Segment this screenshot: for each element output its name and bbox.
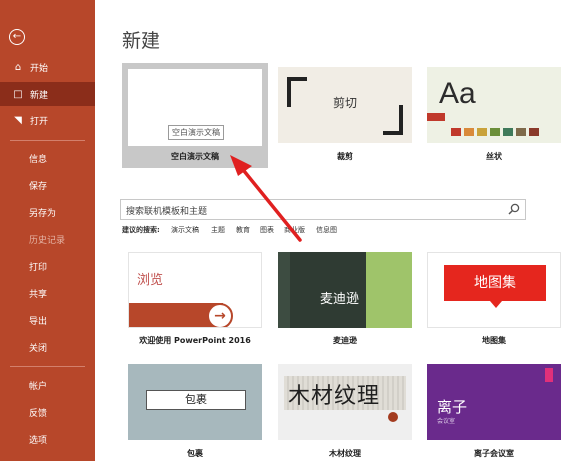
sidebar-item-history[interactable]: 历史记录 — [0, 227, 95, 251]
sidebar-item-label: 关闭 — [29, 343, 48, 354]
color-swatch — [516, 128, 526, 136]
sidebar-item-print[interactable]: 打印 — [0, 254, 95, 278]
thumbnail-text: 空白演示文稿 — [168, 125, 224, 140]
sidebar-item-feedback[interactable]: 反馈 — [0, 400, 95, 424]
template-caption: 地图集 — [482, 336, 506, 345]
template-caption: 裁剪 — [337, 152, 353, 161]
thumbnail-text: 包裹 — [146, 390, 246, 410]
color-swatch — [490, 128, 500, 136]
template-caption: 木材纹理 — [329, 449, 361, 458]
template-wood-type[interactable]: 木材纹理 — [278, 364, 412, 440]
sidebar-item-label: 历史记录 — [29, 235, 66, 246]
sidebar-item-info[interactable]: 信息 — [0, 146, 95, 170]
sidebar-item-open[interactable]: ◥ 打开 — [0, 108, 95, 132]
template-caption: 丝状 — [486, 152, 502, 161]
accent-panel — [366, 252, 412, 328]
color-swatch — [464, 128, 474, 136]
accent-bar — [278, 252, 290, 328]
sidebar-item-close[interactable]: 关闭 — [0, 335, 95, 359]
banner-pointer — [490, 301, 502, 308]
sidebar-item-label: 选项 — [29, 435, 48, 446]
color-swatch — [503, 128, 513, 136]
color-swatch — [477, 128, 487, 136]
sidebar-item-home[interactable]: ⌂ 开始 — [0, 55, 95, 79]
template-parcel[interactable]: 包裹 — [128, 364, 262, 440]
sidebar-divider — [10, 366, 85, 367]
suggested-searches-label: 建议的搜索: — [122, 226, 160, 234]
template-madison[interactable]: 麦迪逊 — [278, 252, 412, 328]
thumbnail-text: 浏览 — [137, 273, 164, 288]
accent-tab — [427, 113, 445, 121]
template-caption: 欢迎使用 PowerPoint 2016 — [139, 336, 251, 345]
sidebar-item-label: 共享 — [29, 289, 48, 300]
template-caption: 离子会议室 — [474, 449, 514, 458]
accent-tag — [545, 368, 553, 382]
template-ion-boardroom[interactable]: 离子 会议室 — [427, 364, 561, 440]
sidebar-item-options[interactable]: 选项 — [0, 427, 95, 451]
search-placeholder: 搜索联机模板和主题 — [126, 207, 208, 217]
template-crop[interactable]: 剪切 — [278, 67, 412, 143]
sidebar-item-label: 打印 — [29, 262, 48, 273]
thumbnail-text: 木材纹理 — [288, 384, 381, 409]
sidebar-item-save-as[interactable]: 另存为 — [0, 200, 95, 224]
color-swatch — [451, 128, 461, 136]
arrow-right-icon: → — [207, 303, 233, 327]
search-input[interactable]: 搜索联机模板和主题 — [120, 199, 526, 220]
suggestion-link[interactable]: 演示文稿 — [171, 225, 199, 235]
sidebar-item-new[interactable]: □ 新建 — [0, 82, 95, 106]
sidebar-item-label: 保存 — [29, 181, 48, 192]
thumbnail-subtext: 会议室 — [437, 418, 456, 425]
sidebar-item-label: 新建 — [30, 90, 49, 101]
search-icon[interactable] — [508, 203, 520, 215]
sidebar-item-label: 帐户 — [29, 381, 48, 392]
sidebar-item-label: 打开 — [30, 116, 49, 127]
suggestion-link[interactable]: 商业版 — [284, 225, 305, 235]
thumbnail-text: 离子 — [437, 398, 468, 416]
sidebar-item-label: 开始 — [30, 63, 49, 74]
thumbnail-text: 地图集 — [474, 275, 516, 291]
sidebar-item-label: 反馈 — [29, 408, 48, 419]
home-icon: ⌂ — [14, 61, 22, 73]
template-caption: 空白演示文稿 — [171, 152, 219, 161]
back-arrow-icon[interactable]: ← — [9, 29, 25, 45]
backstage-sidebar: ← ⌂ 开始 □ 新建 ◥ 打开 信息 保存 另存为 历史记录 打印 共享 导出… — [0, 0, 95, 461]
sidebar-item-save[interactable]: 保存 — [0, 173, 95, 197]
suggestion-link[interactable]: 教育 — [236, 225, 250, 235]
sidebar-item-label: 另存为 — [29, 208, 57, 219]
sidebar-item-label: 导出 — [29, 316, 48, 327]
open-folder-icon: ◥ — [14, 114, 22, 126]
page-title: 新建 — [122, 30, 161, 52]
thumbnail-text: 剪切 — [332, 96, 357, 110]
sidebar-item-label: 信息 — [29, 154, 48, 165]
template-caption: 麦迪逊 — [333, 336, 357, 345]
thumbnail-text: 麦迪逊 — [320, 292, 360, 307]
sidebar-item-account[interactable]: 帐户 — [0, 373, 95, 397]
thumbnail-text: Aa — [439, 77, 476, 110]
sidebar-divider — [10, 140, 85, 141]
accent-dot — [388, 412, 398, 422]
template-welcome[interactable]: 浏览 → — [128, 252, 262, 328]
suggestion-link[interactable]: 主题 — [211, 225, 225, 235]
suggestion-link[interactable]: 图表 — [260, 225, 274, 235]
sidebar-item-share[interactable]: 共享 — [0, 281, 95, 305]
color-swatch — [529, 128, 539, 136]
suggestion-link[interactable]: 信息图 — [316, 225, 337, 235]
template-atlas[interactable]: 地图集 — [427, 252, 561, 328]
new-file-icon: □ — [13, 88, 23, 100]
sidebar-item-export[interactable]: 导出 — [0, 308, 95, 332]
template-facet[interactable]: Aa — [427, 67, 561, 143]
template-caption: 包裹 — [187, 449, 203, 458]
